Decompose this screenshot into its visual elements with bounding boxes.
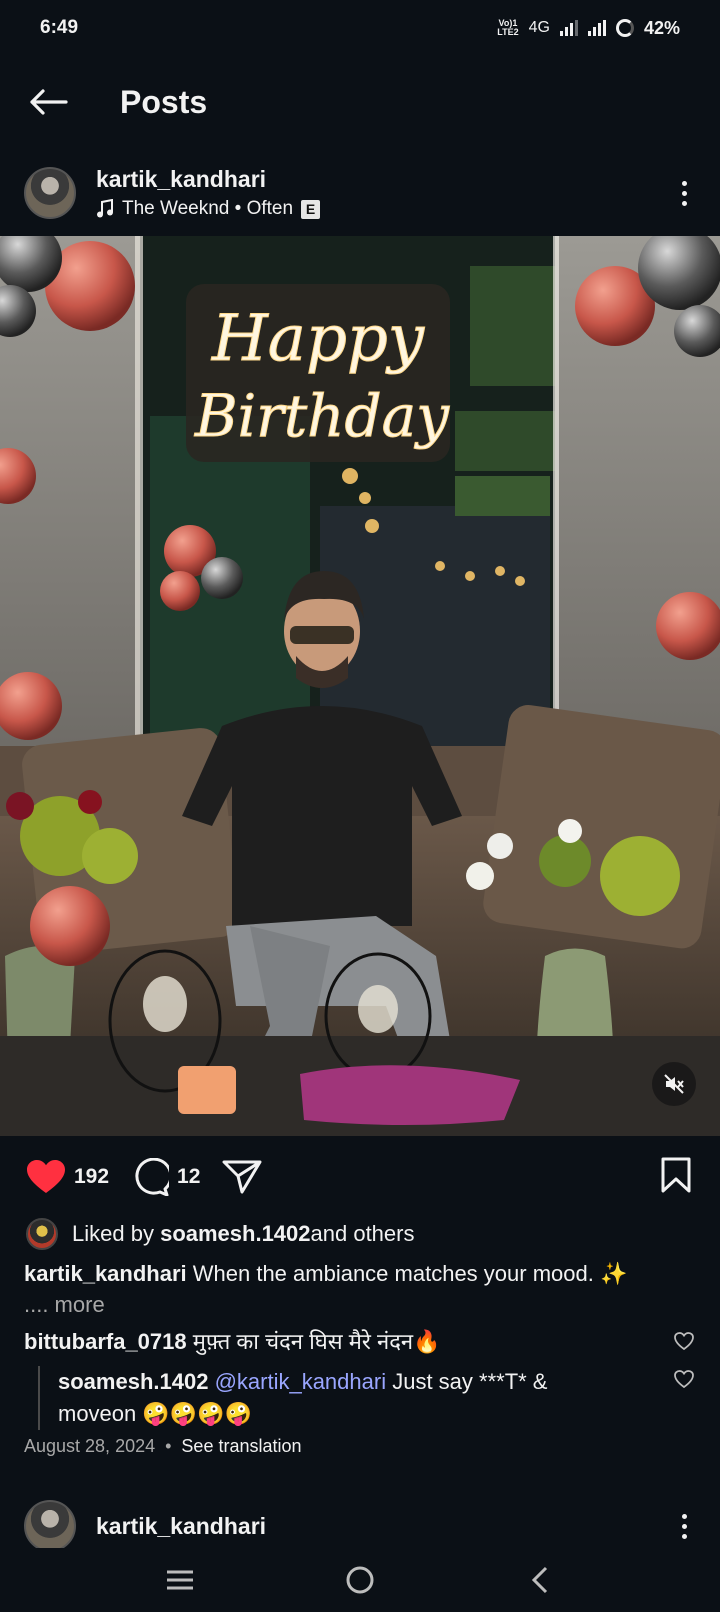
battery-percent: 42%	[643, 17, 680, 38]
mute-button[interactable]	[652, 1062, 696, 1106]
system-back-button[interactable]	[510, 1555, 570, 1605]
volte-indicator: Vo)1 LTE2	[497, 18, 519, 37]
status-time: 6:49	[40, 17, 79, 38]
dot-icon	[681, 180, 687, 186]
caption-text: When the ambiance matches your mood. ✨	[186, 1261, 628, 1286]
heart-outline-icon	[674, 1332, 694, 1351]
send-icon	[222, 1160, 262, 1194]
liker-avatar	[26, 1218, 58, 1250]
status-icons: Vo)1 LTE2 4G 42%	[497, 18, 680, 39]
reply-item: soamesh.1402 @kartik_kandhari Just say *…	[38, 1366, 598, 1430]
comment-button[interactable]: 12	[131, 1158, 200, 1196]
avatar[interactable]	[24, 1500, 76, 1552]
bookmark-icon	[661, 1157, 691, 1192]
heart-outline-icon	[674, 1370, 694, 1389]
see-translation-link[interactable]: See translation	[181, 1436, 301, 1457]
post-username[interactable]: kartik_kandhari	[96, 164, 320, 194]
neon-line-2: Birthday	[194, 382, 450, 450]
liked-by[interactable]: Liked by soamesh.1402 and others	[26, 1218, 414, 1250]
top-header: Posts	[0, 70, 720, 134]
share-button[interactable]	[222, 1159, 262, 1195]
next-post-username[interactable]: kartik_kandhari	[96, 1511, 266, 1541]
liked-by-prefix: Liked by	[72, 1221, 154, 1246]
post-meta: kartik_kandhari The Weeknd • Often E	[96, 164, 321, 222]
reply-mention[interactable]: @kartik_kandhari	[215, 1369, 387, 1394]
comment-icon	[135, 1158, 170, 1196]
network-type: 4G	[528, 19, 550, 36]
dot-icon	[681, 1513, 687, 1519]
avatar[interactable]	[24, 167, 76, 219]
neon-line-1: Happy	[211, 302, 425, 376]
comment-count: 12	[177, 1165, 201, 1188]
next-post-header: kartik_kandhari	[0, 1496, 720, 1556]
dot-icon	[681, 1523, 687, 1529]
post-image[interactable]: Happy Birthday	[0, 236, 720, 1136]
liked-by-suffix: and others	[310, 1221, 415, 1246]
comment-text: मुफ़्त का चंदन घिस मैरे नंदन🔥	[186, 1329, 441, 1354]
dot-icon	[681, 200, 687, 206]
separator: •	[165, 1436, 172, 1456]
music-title: The Weeknd • Often	[122, 198, 294, 219]
caption-username[interactable]: kartik_kandhari	[24, 1261, 187, 1286]
signal-icon-2	[587, 20, 606, 36]
home-button[interactable]	[330, 1555, 390, 1605]
explicit-badge: E	[301, 199, 321, 219]
heart-filled-icon	[27, 1160, 65, 1193]
dot-icon	[681, 1533, 687, 1539]
liked-by-user[interactable]: soamesh.1402	[160, 1221, 310, 1247]
chevron-left-icon	[531, 1566, 548, 1594]
dot-icon	[681, 190, 687, 196]
arrow-left-icon	[30, 89, 68, 115]
signal-icon	[559, 20, 578, 36]
home-circle-icon	[346, 1566, 374, 1594]
recents-icon	[167, 1570, 193, 1590]
post-header: kartik_kandhari The Weeknd • Often E	[0, 158, 720, 228]
recents-button[interactable]	[150, 1555, 210, 1605]
battery-icon	[615, 19, 634, 37]
system-nav-bar	[0, 1548, 720, 1612]
comment-username[interactable]: bittubarfa_0718	[24, 1329, 187, 1354]
more-link[interactable]: .... more	[24, 1289, 704, 1320]
page-title: Posts	[120, 83, 208, 120]
like-button[interactable]: 192	[26, 1159, 109, 1195]
reply-like-button[interactable]	[674, 1370, 694, 1393]
post-meta: kartik_kandhari	[96, 1511, 266, 1541]
post-photo: Happy Birthday	[0, 236, 720, 1136]
save-button[interactable]	[660, 1157, 692, 1198]
caption: kartik_kandhari When the ambiance matche…	[24, 1258, 704, 1320]
post-actions: 192 12	[0, 1148, 720, 1206]
post-date: August 28, 2024	[24, 1436, 156, 1456]
music-note-icon	[97, 199, 113, 218]
comment-like-button[interactable]	[674, 1332, 694, 1355]
back-button[interactable]	[0, 70, 96, 134]
post-date-row: August 28, 2024 • See translation	[24, 1436, 302, 1457]
comment-item: bittubarfa_0718 मुफ़्त का चंदन घिस मैरे …	[24, 1326, 664, 1358]
more-options-button[interactable]	[656, 1498, 712, 1554]
status-bar: 6:49 Vo)1 LTE2 4G 42%	[0, 0, 720, 56]
more-options-button[interactable]	[656, 165, 712, 221]
speaker-muted-icon	[664, 1074, 684, 1094]
music-info[interactable]: The Weeknd • Often E	[96, 196, 321, 222]
reply-username[interactable]: soamesh.1402	[58, 1369, 208, 1394]
like-count: 192	[74, 1165, 110, 1188]
